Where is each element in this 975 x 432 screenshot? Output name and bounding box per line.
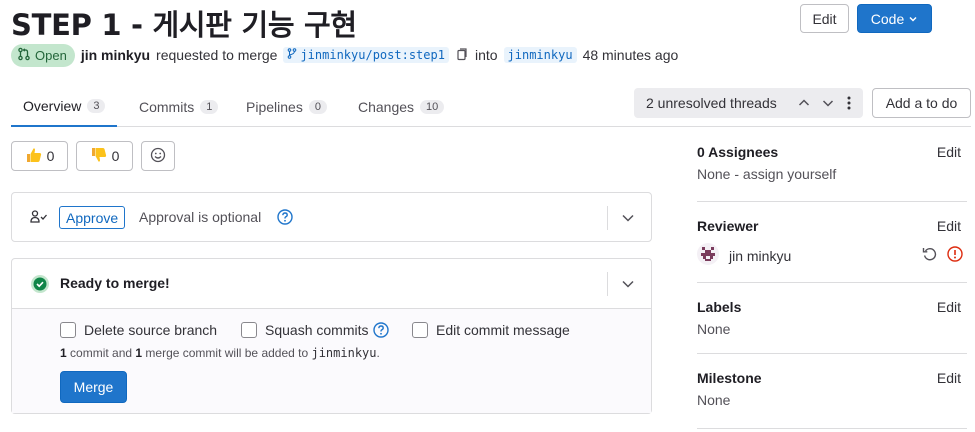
edit-commit-message-option[interactable]: Edit commit message [412, 322, 570, 338]
merge-panel: Ready to merge! Delete source branch Squ… [11, 258, 652, 414]
tab-count: 10 [420, 99, 445, 114]
milestone-value: None [697, 392, 731, 408]
source-branch[interactable]: jinminkyu/post:step1 [283, 47, 449, 63]
divider [697, 201, 967, 202]
tab-changes[interactable]: Changes 10 [358, 86, 445, 127]
tab-label: Changes [358, 98, 415, 115]
milestone-edit-button[interactable]: Edit [937, 370, 961, 386]
reviewer-title: Reviewer [697, 218, 759, 234]
mr-meta: Open jin minkyu requested to merge jinmi… [11, 43, 678, 67]
check-circle-icon [30, 274, 50, 297]
edit-commit-message-checkbox[interactable] [412, 322, 428, 338]
tab-pipelines[interactable]: Pipelines 0 [246, 86, 327, 127]
approval-icon [30, 209, 48, 228]
assignees-title: 0 Assignees [697, 144, 779, 160]
option-label: Edit commit message [436, 322, 570, 338]
reviewer-name: jin minkyu [729, 247, 792, 264]
help-icon[interactable] [277, 209, 293, 228]
chevron-down-icon [908, 11, 918, 27]
tab-label: Commits [139, 98, 195, 115]
add-todo-button[interactable]: Add a to do [872, 88, 971, 118]
rerequest-review-icon[interactable] [922, 246, 938, 265]
labels-edit-button[interactable]: Edit [937, 299, 961, 315]
merge-info-text: merge commit will be added to [142, 346, 312, 360]
delete-source-branch-checkbox[interactable] [60, 322, 76, 338]
divider [697, 282, 967, 283]
labels-section: Labels Edit None [697, 299, 961, 337]
delete-source-branch-option[interactable]: Delete source branch [60, 322, 217, 338]
milestone-section: Milestone Edit None [697, 370, 961, 408]
branch-icon [287, 48, 297, 62]
merge-request-icon [17, 47, 31, 64]
assignees-section: 0 Assignees Edit None - assign yourself [697, 144, 961, 182]
target-branch[interactable]: jinminkyu [503, 47, 577, 63]
divider [697, 428, 967, 429]
divider [607, 206, 608, 230]
more-actions-icon[interactable] [846, 95, 852, 114]
copy-icon[interactable] [455, 47, 469, 64]
add-reaction-button[interactable] [141, 141, 175, 171]
reviewer-section: Reviewer Edit jin minkyu [697, 218, 963, 272]
tab-count: 1 [200, 99, 219, 114]
avatar [697, 243, 719, 268]
assignees-edit-button[interactable]: Edit [937, 144, 961, 160]
tab-label: Overview [23, 97, 82, 114]
target-branch-name: jinminkyu [311, 346, 377, 360]
labels-value: None [697, 321, 731, 337]
thumbs-down-icon [90, 146, 108, 167]
squash-commits-option[interactable]: Squash commits [241, 322, 390, 338]
option-label: Delete source branch [84, 322, 218, 338]
approve-button[interactable]: Approve [59, 206, 126, 229]
merge-info-text: . [376, 346, 380, 360]
tab-commits[interactable]: Commits 1 [139, 86, 219, 127]
merge-info: 1 commit and 1 merge commit will be adde… [60, 346, 380, 360]
merge-info-text: commit and [66, 346, 136, 360]
tab-count: 0 [308, 99, 327, 114]
into-text: into [474, 47, 498, 63]
code-button[interactable]: Code [857, 4, 932, 33]
merge-status: Ready to merge! [60, 275, 170, 291]
reviewer-item[interactable]: jin minkyu [697, 243, 791, 268]
status-badge: Open [11, 43, 75, 67]
labels-title: Labels [697, 299, 742, 315]
tab-overview[interactable]: Overview 3 [11, 86, 118, 127]
squash-commits-checkbox[interactable] [241, 322, 257, 338]
chevron-down-icon[interactable] [821, 96, 835, 113]
thumbs-up-icon [25, 146, 43, 167]
milestone-title: Milestone [697, 370, 762, 386]
chevron-down-icon[interactable] [620, 276, 636, 295]
smiley-icon [150, 147, 166, 166]
warning-icon [947, 246, 963, 265]
status-label: Open [35, 47, 67, 63]
thumbs-down-button[interactable]: 0 [76, 141, 133, 171]
option-label: Squash commits [265, 322, 369, 338]
code-button-label: Code [870, 10, 905, 27]
tab-label: Pipelines [246, 98, 303, 115]
divider [607, 272, 608, 296]
approval-panel: Approve Approval is optional [11, 192, 652, 242]
approval-text: Approval is optional [139, 209, 262, 225]
threads-label: 2 unresolved threads [646, 95, 777, 111]
merge-options: Delete source branch Squash commits Edit… [12, 309, 651, 413]
source-branch-label: jinminkyu/post:step1 [300, 48, 445, 62]
action-text: requested to merge [156, 47, 278, 63]
thumbs-up-button[interactable]: 0 [11, 141, 68, 171]
thumbs-up-count: 0 [46, 148, 55, 164]
merge-button[interactable]: Merge [60, 371, 127, 403]
author-link[interactable]: jin minkyu [81, 47, 150, 63]
reviewer-edit-button[interactable]: Edit [937, 218, 961, 234]
chevron-up-icon[interactable] [797, 96, 811, 113]
thumbs-down-count: 0 [111, 148, 120, 164]
divider [697, 353, 967, 354]
help-icon[interactable] [373, 322, 390, 338]
edit-button[interactable]: Edit [800, 4, 849, 33]
unresolved-threads[interactable]: 2 unresolved threads [634, 88, 863, 118]
merge-panel-header: Ready to merge! [12, 259, 651, 309]
page-title: STEP 1 - 게시판 기능 구현 [11, 8, 357, 42]
tab-count: 3 [87, 98, 106, 113]
chevron-down-icon[interactable] [620, 210, 636, 229]
assignees-value[interactable]: None - assign yourself [697, 166, 961, 182]
timestamp: 48 minutes ago [582, 47, 679, 63]
commit-count: 1 [60, 346, 67, 360]
